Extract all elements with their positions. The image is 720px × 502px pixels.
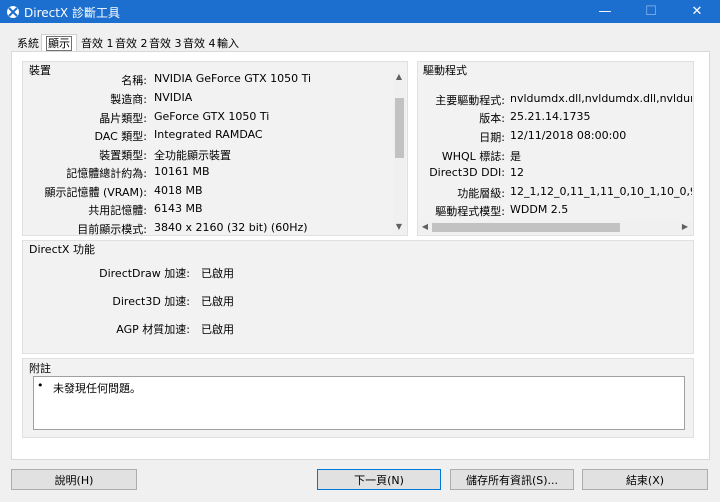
driver-label-feature-levels: 功能層級:: [457, 187, 505, 200]
device-value-vram: 4018 MB: [154, 184, 203, 197]
agp-texture-accel-value: 已啟用: [201, 323, 234, 336]
device-value-manufacturer: NVIDIA: [154, 91, 193, 104]
tab-display[interactable]: 顯示: [41, 34, 77, 52]
tab-sound-3[interactable]: 音效 3: [146, 36, 185, 51]
device-label-total-memory: 記憶體總計約為:: [66, 167, 147, 180]
driver-label-whql: WHQL 標誌:: [441, 150, 505, 163]
device-value-device-type: 全功能顯示裝置: [154, 149, 231, 162]
directdraw-accel-label: DirectDraw 加速:: [99, 267, 190, 280]
scroll-right-arrow-icon[interactable]: ▶: [679, 222, 691, 231]
driver-value-feature-levels: 12_1,12_0,11_1,11_0,10_1,10_0,9_3,9_2,9_: [510, 185, 692, 198]
device-label-name: 名稱:: [121, 74, 147, 87]
driver-value-d3d-ddi: 12: [510, 166, 524, 179]
driver-value-date: 12/11/2018 08:00:00: [510, 129, 627, 142]
direct3d-accel-label: Direct3D 加速:: [112, 295, 190, 308]
drivers-horizontal-scrollbar[interactable]: ◀ ▶: [418, 221, 692, 234]
notes-group-title: 附註: [29, 362, 51, 375]
driver-value-version: 25.21.14.1735: [510, 110, 591, 123]
exit-button[interactable]: 結束(X): [582, 469, 708, 490]
close-button[interactable]: ✕: [674, 0, 720, 23]
device-value-shared-memory: 6143 MB: [154, 202, 203, 215]
tab-sound-4[interactable]: 音效 4: [180, 36, 219, 51]
help-button[interactable]: 說明(H): [11, 469, 137, 490]
scroll-left-arrow-icon[interactable]: ◀: [419, 222, 431, 231]
tab-sound-1[interactable]: 音效 1: [78, 36, 117, 51]
device-value-display-mode: 3840 x 2160 (32 bit) (60Hz): [154, 221, 308, 234]
scroll-up-arrow-icon[interactable]: ▲: [393, 72, 405, 81]
device-label-dac-type: DAC 類型:: [94, 130, 148, 143]
title-bar[interactable]: DirectX 診斷工具 — ☐ ✕: [0, 0, 720, 23]
window-title: DirectX 診斷工具: [24, 6, 120, 20]
device-label-display-mode: 目前顯示模式:: [77, 223, 147, 236]
device-value-name: NVIDIA GeForce GTX 1050 Ti: [154, 72, 312, 85]
notes-item-text: 未發現任何問題。: [53, 382, 141, 395]
driver-value-whql: 是: [510, 150, 521, 163]
agp-texture-accel-label: AGP 材質加速:: [116, 323, 190, 336]
tab-display-label: 顯示: [46, 36, 72, 51]
tab-sound-2[interactable]: 音效 2: [112, 36, 151, 51]
directx-features-title: DirectX 功能: [29, 243, 95, 256]
save-all-info-button[interactable]: 儲存所有資訊(S)...: [450, 469, 574, 490]
directdraw-accel-value: 已啟用: [201, 267, 234, 280]
drivers-group-title: 驅動程式: [423, 64, 467, 77]
driver-label-date: 日期:: [479, 131, 505, 144]
driver-label-version: 版本:: [479, 112, 505, 125]
driver-label-main-driver: 主要驅動程式:: [435, 94, 505, 107]
device-label-manufacturer: 製造商:: [110, 93, 147, 106]
drivers-scroll-thumb[interactable]: [432, 223, 620, 232]
notes-bullet-icon: •: [37, 379, 44, 392]
device-label-vram: 顯示記憶體 (VRAM):: [44, 186, 147, 199]
device-value-total-memory: 10161 MB: [154, 165, 210, 178]
scroll-down-arrow-icon[interactable]: ▼: [393, 222, 405, 231]
notes-text-area[interactable]: • 未發現任何問題。: [33, 376, 685, 430]
device-scroll-thumb[interactable]: [395, 98, 404, 158]
tab-input[interactable]: 輸入: [214, 36, 242, 51]
device-group-title: 裝置: [29, 64, 51, 77]
minimize-button[interactable]: —: [582, 0, 628, 23]
next-page-button[interactable]: 下一頁(N): [317, 469, 441, 490]
tab-system[interactable]: 系統: [14, 36, 42, 51]
directx-app-icon: [7, 6, 19, 18]
device-vertical-scrollbar[interactable]: ▲ ▼: [393, 72, 406, 234]
driver-label-d3d-ddi: Direct3D DDI:: [429, 166, 505, 179]
device-label-chip-type: 晶片類型:: [99, 112, 147, 125]
device-label-shared-memory: 共用記憶體:: [88, 204, 147, 217]
driver-value-driver-model: WDDM 2.5: [510, 203, 569, 216]
maximize-button[interactable]: ☐: [628, 0, 674, 23]
driver-value-main-driver: nvldumdx.dll,nvldumdx.dll,nvldumdx.dll,: [510, 92, 692, 105]
device-value-dac-type: Integrated RAMDAC: [154, 128, 263, 141]
driver-label-driver-model: 驅動程式模型:: [435, 205, 505, 218]
device-label-device-type: 裝置類型:: [99, 149, 147, 162]
direct3d-accel-value: 已啟用: [201, 295, 234, 308]
device-value-chip-type: GeForce GTX 1050 Ti: [154, 110, 270, 123]
